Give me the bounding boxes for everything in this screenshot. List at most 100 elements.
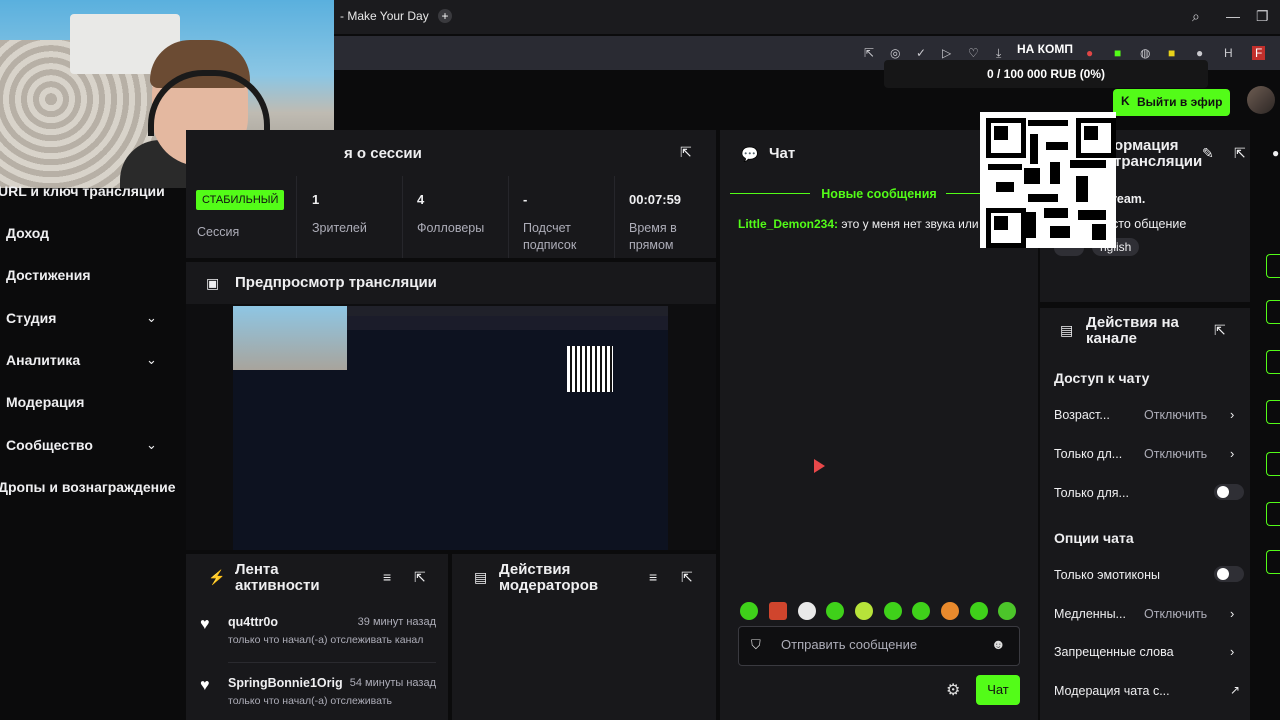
shield-check-icon[interactable]: ✓ [916,46,926,60]
emote-icon[interactable] [884,602,902,620]
setting-row-chat-moderation[interactable]: Модерация чата с... ↗ [1054,683,1241,698]
emoji-icon[interactable]: ☻ [991,636,1006,652]
chevron-down-icon[interactable]: ⌄ [146,437,157,453]
extension-label[interactable]: НА КОМП [1017,42,1073,56]
chat-input-box[interactable]: ⛉ ☻ [738,626,1020,666]
stream-category: сто общение [1112,217,1187,231]
chevron-right-icon: › [1230,407,1235,422]
camera-icon[interactable]: ◎ [890,46,900,60]
avatar[interactable] [1247,86,1275,114]
new-tab-icon[interactable]: + [438,9,452,23]
chat-rail-icon[interactable]: ● [1272,146,1279,160]
mouse-cursor-icon [814,459,825,473]
setting-row-followers-only[interactable]: Только дл... Отключить › [1054,446,1240,461]
rail-tool-icon[interactable] [1266,452,1280,476]
popout-icon[interactable]: ⇱ [1214,322,1226,339]
rail-tool-icon[interactable] [1266,254,1280,278]
preview-icon: ▣ [206,275,220,291]
lightning-icon: ⚡ [208,569,226,585]
globe-icon[interactable]: ◍ [1140,46,1150,60]
sidebar-item-drops[interactable]: Дропы и вознаграждение [0,479,175,495]
emote-icon[interactable] [740,602,758,620]
settings-gear-icon[interactable]: ⚙ [946,680,960,700]
edit-pencil-icon[interactable]: ✎ [1202,145,1214,162]
search-icon[interactable]: ⌕ [1192,8,1200,25]
preview-video [233,306,668,550]
setting-row-slow-mode[interactable]: Медленны... Отключить › [1054,606,1240,621]
chat-message-input[interactable] [779,636,983,653]
extension-red-icon[interactable]: ● [1086,46,1093,60]
session-title: я о сессии [344,145,422,162]
setting-row-banned-words[interactable]: Запрещенные слова › [1054,644,1240,659]
sidebar-item-achievements[interactable]: Достижения [6,267,91,283]
extension-green-icon[interactable]: ■ [1114,46,1121,60]
stat-followers: 4 Фолловеры [402,176,509,258]
emote-icon[interactable] [798,602,816,620]
channel-actions-panel: ▤ Действия на канале ⇱ Доступ к чату Воз… [1040,308,1250,720]
extension-h-icon[interactable]: H [1224,46,1233,60]
minimize-icon[interactable]: — [1226,8,1240,24]
toggle-switch[interactable] [1214,484,1244,500]
share-icon[interactable]: ⇱ [864,46,874,60]
moderator-actions: ▤ Действия модераторов ≡ ⇱ [452,554,716,720]
donation-goal: 0 / 100 000 RUB (0%) [884,60,1208,88]
sidebar-item-url-key[interactable]: URL и ключ трансляции [0,183,165,199]
emote-icon[interactable] [970,602,988,620]
emote-icon[interactable] [998,602,1016,620]
filter-icon[interactable]: ≡ [383,569,391,585]
rail-tool-icon[interactable] [1266,400,1280,424]
rail-tool-icon[interactable] [1266,550,1280,574]
heart-icon[interactable]: ♡ [968,46,979,60]
chevron-down-icon[interactable]: ⌄ [146,352,157,368]
profile-icon[interactable]: F [1252,46,1266,60]
filter-icon[interactable]: ≡ [649,569,657,585]
extension-gray-icon[interactable]: ● [1196,46,1203,60]
popout-icon[interactable]: ⇱ [680,144,692,161]
chevron-down-icon[interactable]: ⌄ [146,310,157,326]
chat-send-button[interactable]: Чат [976,675,1020,705]
toggle-switch[interactable] [1214,566,1244,582]
shield-icon[interactable]: ⛉ [751,637,761,653]
emote-icon[interactable] [826,602,844,620]
emote-icon[interactable] [912,602,930,620]
status-badge: СТАБИЛЬНЫЙ [196,190,285,210]
sidebar-item-moderation[interactable]: Модерация [6,394,84,410]
preview-title: Предпросмотр трансляции [235,274,437,291]
kick-logo-icon: K [1121,94,1130,108]
stat-subs: - Подсчет подписок [508,176,615,258]
popout-icon[interactable]: ⇱ [681,569,693,586]
setting-row-emotes-only: Только эмотиконы [1054,566,1244,582]
browser-tab-title[interactable]: - Make Your Day [340,9,429,23]
channel-actions-title: Действия на канале [1086,314,1179,347]
popout-icon[interactable]: ⇱ [414,569,426,586]
go-live-button[interactable]: K Выйти в эфир [1113,89,1230,116]
extension-yellow-icon[interactable]: ■ [1168,46,1175,60]
play-icon[interactable]: ▷ [942,46,951,60]
emote-icon[interactable] [855,602,873,620]
rail-tool-icon[interactable] [1266,350,1280,374]
rail-tool-icon[interactable] [1266,502,1280,526]
setting-row-age[interactable]: Возраст... Отключить › [1054,407,1240,422]
qr-code [980,112,1116,248]
rail-tool-icon[interactable] [1266,300,1280,324]
sidebar-nav: URL и ключ трансляции Доход Достижения С… [0,183,186,720]
chat-title: Чат [769,145,796,162]
popout-icon[interactable]: ⇱ [1234,145,1246,162]
document-icon: ▤ [474,569,488,585]
sidebar-item-studio[interactable]: Студия [6,310,56,326]
sidebar-item-income[interactable]: Доход [6,225,49,241]
activity-title: Лента активности [235,561,320,594]
chevron-right-icon: › [1230,644,1235,659]
external-link-icon: ↗ [1230,683,1241,697]
restore-icon[interactable]: ❐ [1256,8,1269,25]
emote-icon[interactable] [941,602,959,620]
emote-icon[interactable] [769,602,787,620]
moderators-title: Действия модераторов [499,561,599,594]
sidebar-item-analytics[interactable]: Аналитика [6,352,80,368]
stat-live-time: 00:07:59 Время в прямом [629,192,682,252]
right-rail: ● [1252,130,1280,720]
stream-preview[interactable] [186,304,716,550]
download-icon[interactable]: ⤓ [996,46,1001,61]
sidebar-item-community[interactable]: Сообщество [6,437,93,453]
stream-title-text: ream. [1112,192,1146,206]
